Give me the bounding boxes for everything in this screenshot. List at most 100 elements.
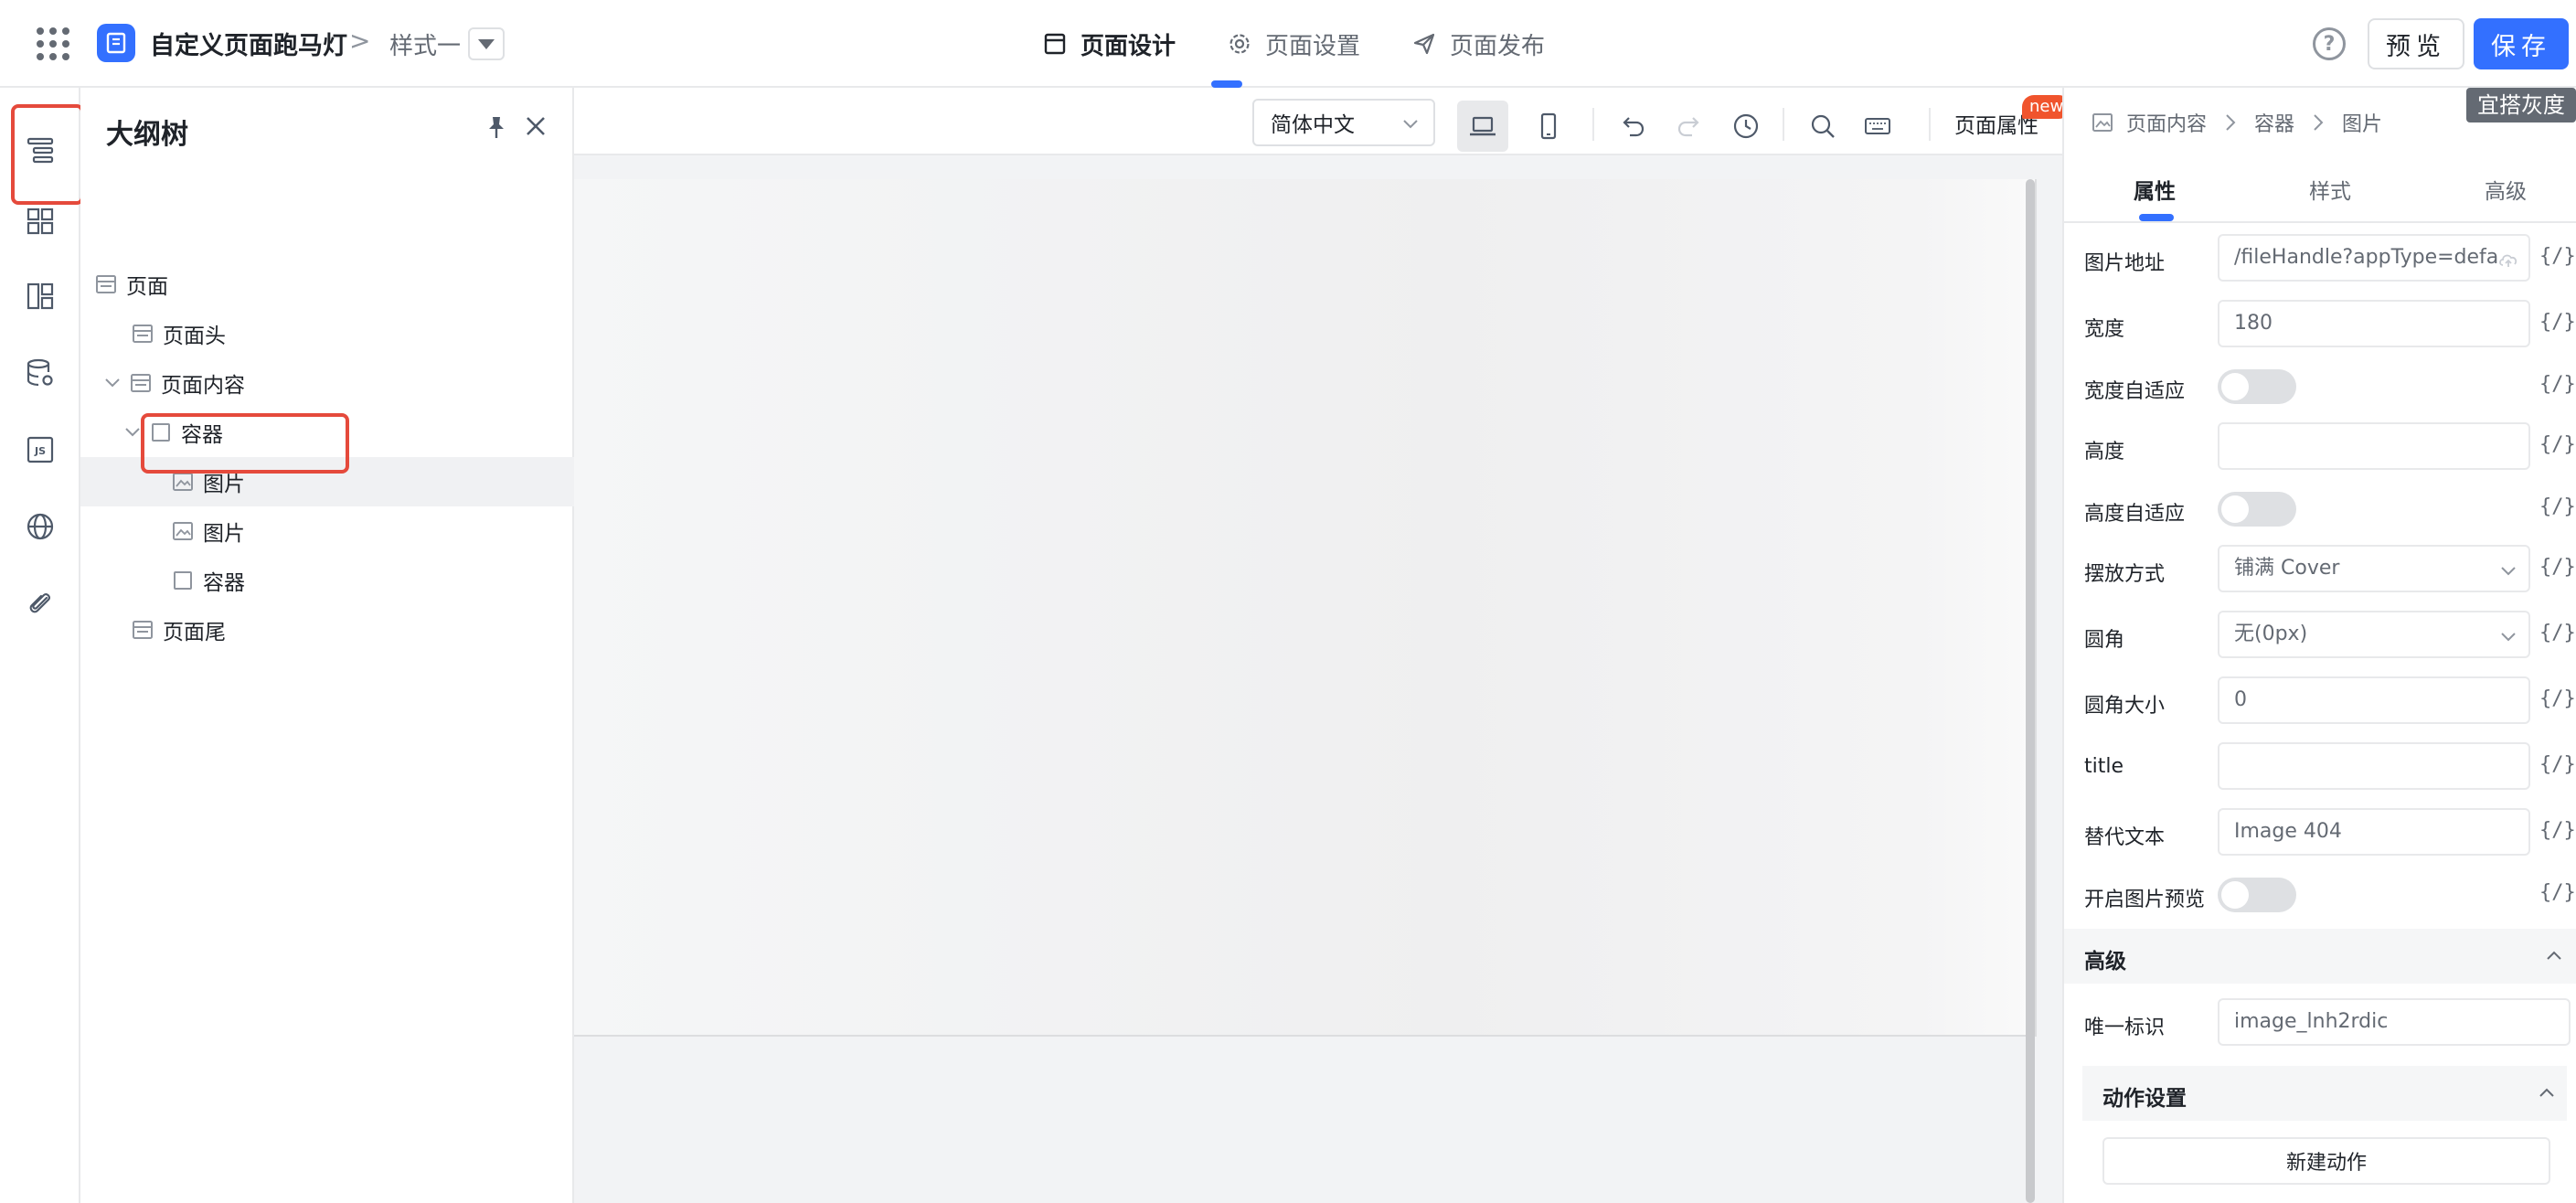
attachment-icon[interactable] <box>20 583 60 623</box>
expression-toggle[interactable]: {/} <box>2539 311 2576 334</box>
tree-node-page-header[interactable]: 页面头 <box>80 309 574 358</box>
radius-size-input[interactable]: 0 <box>2218 676 2530 724</box>
chevron-down-icon[interactable] <box>122 422 143 442</box>
new-action-button[interactable]: 新建动作 <box>2102 1137 2550 1185</box>
left-icon-rail: JS <box>0 88 80 1203</box>
save-button[interactable]: 保存 <box>2474 18 2569 69</box>
tab-advanced[interactable]: 高级 <box>2485 174 2527 205</box>
tree-node-image-2[interactable]: 图片 <box>80 506 574 556</box>
section-title: 高级 <box>2084 950 2126 974</box>
toolbar-divider <box>1929 108 1931 141</box>
layout-icon[interactable] <box>20 276 60 316</box>
tree-node-page[interactable]: 页面 <box>80 260 574 309</box>
chevron-up-icon <box>2539 1088 2554 1097</box>
prop-radius: 圆角 无(0px) {/} <box>2064 611 2576 660</box>
prop-label: 圆角 <box>2084 629 2125 652</box>
page-design-icon <box>1044 33 1066 55</box>
expression-toggle[interactable]: {/} <box>2539 245 2576 268</box>
upload-cloud-icon[interactable] <box>2497 249 2519 271</box>
expression-toggle[interactable]: {/} <box>2539 433 2576 456</box>
expression-toggle[interactable]: {/} <box>2539 373 2576 396</box>
keyboard-shortcuts-button[interactable] <box>1852 101 1903 152</box>
history-button[interactable] <box>1720 101 1772 152</box>
style-name[interactable]: 样式一 <box>389 27 461 61</box>
container-icon <box>152 423 170 442</box>
breadcrumb-item[interactable]: 页面内容 <box>2126 108 2207 137</box>
object-fit-select[interactable]: 铺满 Cover <box>2218 545 2530 592</box>
style-dropdown-button[interactable] <box>468 27 505 60</box>
title-input[interactable] <box>2218 742 2530 790</box>
outline-icon[interactable] <box>20 130 60 170</box>
expression-toggle[interactable]: {/} <box>2539 819 2576 842</box>
tab-label: 页面发布 <box>1450 32 1546 60</box>
search-button[interactable] <box>1797 101 1848 152</box>
tree-node-page-content[interactable]: 页面内容 <box>80 358 574 408</box>
enable-preview-toggle[interactable] <box>2218 878 2296 912</box>
tree-node-image-1[interactable]: 图片 <box>80 457 574 506</box>
width-input[interactable]: 180 <box>2218 300 2530 347</box>
laptop-icon <box>1470 116 1496 136</box>
page-icon <box>96 275 116 293</box>
globe-icon[interactable] <box>20 506 60 547</box>
expression-toggle[interactable]: {/} <box>2539 881 2576 904</box>
advanced-section-header[interactable]: 高级 <box>2064 929 2576 984</box>
prop-enable-preview: 开启图片预览 {/} <box>2064 870 2576 920</box>
canvas-toolbar: 简体中文 页面属性 new <box>574 88 2071 155</box>
datasource-icon[interactable] <box>20 353 60 393</box>
help-icon[interactable]: ? <box>2313 27 2346 60</box>
app-grid-icon[interactable] <box>37 27 69 60</box>
language-select[interactable]: 简体中文 <box>1252 99 1435 146</box>
prop-image-src: 图片地址 /fileHandle?appType=defa {/} <box>2064 234 2576 283</box>
canvas-scrollbar[interactable] <box>2026 179 2035 1203</box>
preview-button[interactable]: 预览 <box>2368 18 2464 69</box>
chevron-down-icon[interactable] <box>102 373 122 393</box>
expression-toggle[interactable]: {/} <box>2539 687 2576 710</box>
tree-node-container[interactable]: 容器 <box>80 408 574 457</box>
mobile-view-button[interactable] <box>1523 101 1574 152</box>
canvas-page-area[interactable] <box>574 179 2037 1037</box>
tree-node-container-2[interactable]: 容器 <box>80 556 574 605</box>
desktop-view-button[interactable] <box>1457 101 1508 152</box>
unique-id-input[interactable]: image_lnh2rdic <box>2218 998 2571 1046</box>
prop-label: 替代文本 <box>2084 826 2166 849</box>
tab-page-settings[interactable]: 页面设置 <box>1227 0 1360 88</box>
chevron-right-icon <box>2226 114 2236 131</box>
close-icon[interactable] <box>521 112 550 141</box>
height-input[interactable] <box>2218 422 2530 470</box>
tree-node-label: 页面尾 <box>163 621 226 644</box>
js-icon[interactable]: JS <box>20 430 60 470</box>
actions-section-header[interactable]: 动作设置 <box>2082 1066 2567 1121</box>
breadcrumb-item[interactable]: 容器 <box>2254 108 2294 137</box>
prop-label: 唯一标识 <box>2084 1017 2166 1039</box>
alt-text-input[interactable]: Image 404 <box>2218 808 2530 856</box>
components-icon[interactable] <box>20 201 60 241</box>
undo-icon <box>1623 117 1645 137</box>
tab-page-design[interactable]: 页面设计 <box>1042 0 1243 88</box>
clock-icon <box>1733 113 1759 139</box>
app-logo-icon <box>97 24 135 62</box>
expression-toggle[interactable]: {/} <box>2539 495 2576 518</box>
expression-toggle[interactable]: {/} <box>2539 556 2576 579</box>
pin-icon[interactable] <box>483 113 510 141</box>
undo-button[interactable] <box>1607 101 1658 152</box>
breadcrumb-item: 图片 <box>2342 113 2383 136</box>
gear-icon <box>1229 34 1250 54</box>
tab-label: 页面设计 <box>1080 32 1176 60</box>
image-src-input[interactable]: /fileHandle?appType=defa <box>2218 234 2530 282</box>
height-auto-toggle[interactable] <box>2218 492 2296 527</box>
width-auto-toggle[interactable] <box>2218 369 2296 404</box>
tab-page-publish[interactable]: 页面发布 <box>1411 0 1545 88</box>
radius-select[interactable]: 无(0px) <box>2218 611 2530 658</box>
redo-button[interactable] <box>1664 101 1715 152</box>
expression-toggle[interactable]: {/} <box>2539 753 2576 776</box>
tree-node-label: 页面头 <box>163 325 226 348</box>
tab-attributes[interactable]: 属性 <box>2134 174 2176 221</box>
expression-toggle[interactable]: {/} <box>2539 622 2576 644</box>
prop-label: 高度 <box>2084 441 2125 463</box>
prop-radius-size: 圆角大小 0 {/} <box>2064 676 2576 726</box>
page-icon <box>133 325 153 343</box>
tab-style[interactable]: 样式 <box>2309 174 2351 205</box>
select-value: 铺满 Cover <box>2234 557 2340 580</box>
container-icon <box>174 571 192 590</box>
tree-node-page-footer[interactable]: 页面尾 <box>80 605 574 655</box>
